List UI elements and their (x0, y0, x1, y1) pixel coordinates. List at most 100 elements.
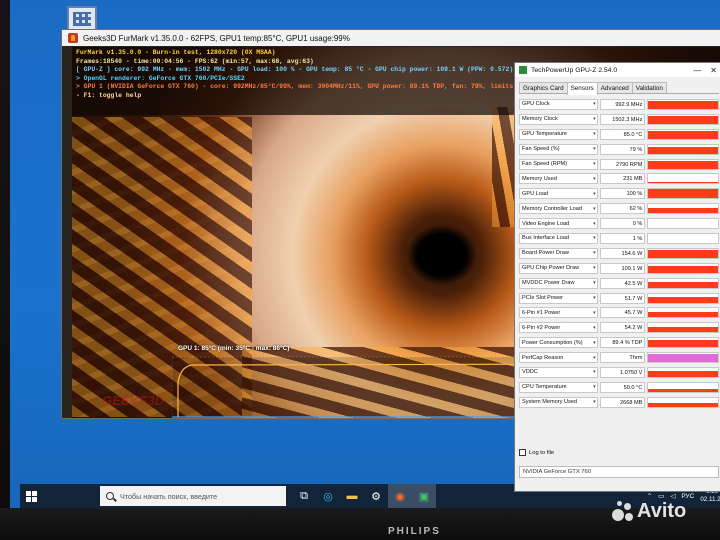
sensor-value: 62 % (599, 203, 646, 215)
sensor-label-text: GPU Temperature (522, 131, 567, 138)
gpuz-taskbar-icon[interactable]: ▣ (412, 484, 436, 508)
sensor-value: 1.0750 V (599, 366, 646, 378)
sensor-label[interactable]: PCIe Slot Power ▾ (519, 292, 598, 304)
sensor-graph (647, 188, 719, 200)
sensor-label-text: Power Consumption (%) (522, 339, 583, 346)
start-button[interactable] (20, 484, 42, 508)
desktop-shortcut-icon[interactable] (67, 6, 97, 32)
sensor-label[interactable]: GPU Chip Power Draw ▾ (519, 262, 598, 274)
search-placeholder: Чтобы начать поиск, введите (120, 491, 218, 501)
dropdown-arrow-icon[interactable]: ▾ (593, 219, 597, 228)
sensor-label[interactable]: Fan Speed (RPM) ▾ (519, 158, 598, 170)
sensor-label[interactable]: Board Power Draw ▾ (519, 247, 598, 259)
sensor-label[interactable]: Power Consumption (%) ▾ (519, 337, 598, 349)
sensor-label[interactable]: GPU Temperature ▾ (519, 128, 598, 140)
log-to-file-checkbox[interactable] (519, 449, 526, 456)
dropdown-arrow-icon[interactable]: ▾ (593, 323, 597, 332)
sensor-graph (647, 232, 719, 244)
sensor-label-text: 6-Pin #1 Power (522, 309, 561, 316)
sensor-graph-fill (648, 146, 718, 154)
sensor-row: Memory Clock ▾ 1502.3 MHz (519, 112, 719, 127)
dropdown-arrow-icon[interactable]: ▾ (593, 264, 597, 273)
dropdown-arrow-icon[interactable]: ▾ (593, 279, 597, 288)
sensor-label-text: GPU Load (522, 190, 549, 197)
sensor-graph (647, 396, 719, 408)
sensor-graph (647, 113, 719, 125)
task-view-icon[interactable]: ⧉ (292, 484, 316, 508)
dropdown-arrow-icon[interactable]: ▾ (593, 249, 597, 258)
dropdown-arrow-icon[interactable]: ▾ (593, 130, 597, 139)
minimize-icon[interactable]: — (693, 66, 701, 75)
dropdown-arrow-icon[interactable]: ▾ (593, 383, 597, 392)
dropdown-arrow-icon[interactable]: ▾ (593, 204, 597, 213)
tray-chevron-icon[interactable]: ⌃ (647, 492, 652, 500)
tab-graphics-card[interactable]: Graphics Card (519, 82, 568, 93)
sensor-label[interactable]: Bus Interface Load ▾ (519, 232, 598, 244)
dropdown-arrow-icon[interactable]: ▾ (593, 100, 597, 109)
dropdown-arrow-icon[interactable]: ▾ (593, 145, 597, 154)
sensor-label[interactable]: CPU Temperature ▾ (519, 381, 598, 393)
sensor-label[interactable]: Memory Used ▾ (519, 173, 598, 185)
language-indicator[interactable]: РУС (681, 493, 694, 500)
sensor-row: GPU Temperature ▾ 85.0 °C (519, 127, 719, 142)
sensor-label[interactable]: VDDC ▾ (519, 366, 598, 378)
sensor-graph-fill (648, 326, 718, 333)
sensor-row: 6-Pin #2 Power ▾ 54.2 W (519, 320, 719, 335)
sensor-graph-fill (648, 207, 718, 214)
sensor-label[interactable]: Fan Speed (%) ▾ (519, 143, 598, 155)
volume-icon[interactable]: ◁ (670, 492, 675, 500)
dropdown-arrow-icon[interactable]: ▾ (593, 115, 597, 124)
file-explorer-icon[interactable]: ▬ (340, 484, 364, 508)
close-icon[interactable]: ✕ (710, 66, 717, 75)
sensor-label[interactable]: GPU Clock ▾ (519, 98, 598, 110)
edge-icon[interactable]: ◎ (316, 484, 340, 508)
sensor-label[interactable]: Memory Clock ▾ (519, 113, 598, 125)
sensor-label[interactable]: System Memory Used ▾ (519, 396, 598, 408)
furmark-taskbar-icon[interactable]: ◉ (388, 484, 412, 508)
window-controls: — ✕ (693, 66, 720, 75)
sensor-graph-fill (648, 282, 718, 288)
dropdown-arrow-icon[interactable]: ▾ (593, 234, 597, 243)
sensor-label[interactable]: 6-Pin #2 Power ▾ (519, 322, 598, 334)
sensor-label[interactable]: MVDDC Power Draw ▾ (519, 277, 598, 289)
dropdown-arrow-icon[interactable]: ▾ (593, 189, 597, 198)
sensor-graph (647, 203, 719, 215)
dropdown-arrow-icon[interactable]: ▾ (593, 308, 597, 317)
dropdown-arrow-icon[interactable]: ▾ (593, 368, 597, 377)
overlay-line: FurMark v1.35.0.0 - Burn-in test, 1280x7… (76, 49, 276, 56)
sensor-value: 154.6 W (599, 247, 646, 259)
dropdown-arrow-icon[interactable]: ▾ (593, 160, 597, 169)
sensor-graph (647, 277, 719, 289)
sensor-label[interactable]: GPU Load ▾ (519, 188, 598, 200)
gpu-select-dropdown[interactable]: NVIDIA GeForce GTX 760 (519, 466, 719, 478)
sensor-label-text: Fan Speed (RPM) (522, 161, 568, 167)
sensor-row: VDDC ▾ 1.0750 V (519, 365, 719, 380)
taskbar-search[interactable]: Чтобы начать поиск, введите (100, 486, 286, 506)
log-to-file-option[interactable]: Log to file (519, 449, 719, 456)
furmark-titlebar[interactable]: Geeks3D FurMark v1.35.0.0 - 62FPS, GPU1 … (62, 30, 720, 46)
gpuz-titlebar[interactable]: TechPowerUp GPU-Z 2.54.0 — ✕ (515, 63, 720, 77)
dropdown-arrow-icon[interactable]: ▾ (593, 353, 597, 362)
sensor-label-text: PerfCap Reason (522, 354, 564, 361)
tab-sensors[interactable]: Sensors (566, 82, 598, 95)
sensor-graph (647, 366, 719, 378)
sensor-graph (647, 292, 719, 304)
tab-validation[interactable]: Validation (631, 82, 667, 93)
sensor-label[interactable]: 6-Pin #1 Power ▾ (519, 307, 598, 319)
dropdown-arrow-icon[interactable]: ▾ (593, 398, 597, 407)
sensor-value: 109.1 W (599, 262, 646, 274)
sensor-label[interactable]: Memory Controller Load ▾ (519, 203, 598, 215)
search-icon (106, 492, 114, 500)
dropdown-arrow-icon[interactable]: ▾ (593, 174, 597, 183)
sensor-value: 51.7 W (599, 292, 646, 304)
tab-advanced[interactable]: Advanced (596, 82, 633, 93)
sensor-label-text: PCIe Slot Power (522, 295, 564, 302)
network-icon[interactable]: ▭ (658, 492, 664, 500)
sensor-row: PerfCap Reason ▾ Thrm (519, 350, 719, 365)
dropdown-arrow-icon[interactable]: ▾ (593, 294, 597, 303)
settings-gear-icon[interactable]: ⚙ (364, 484, 388, 508)
dropdown-arrow-icon[interactable]: ▾ (593, 338, 597, 347)
sensor-graph-fill (648, 250, 718, 258)
sensor-label[interactable]: Video Engine Load ▾ (519, 218, 598, 230)
sensor-label[interactable]: PerfCap Reason ▾ (519, 352, 598, 364)
